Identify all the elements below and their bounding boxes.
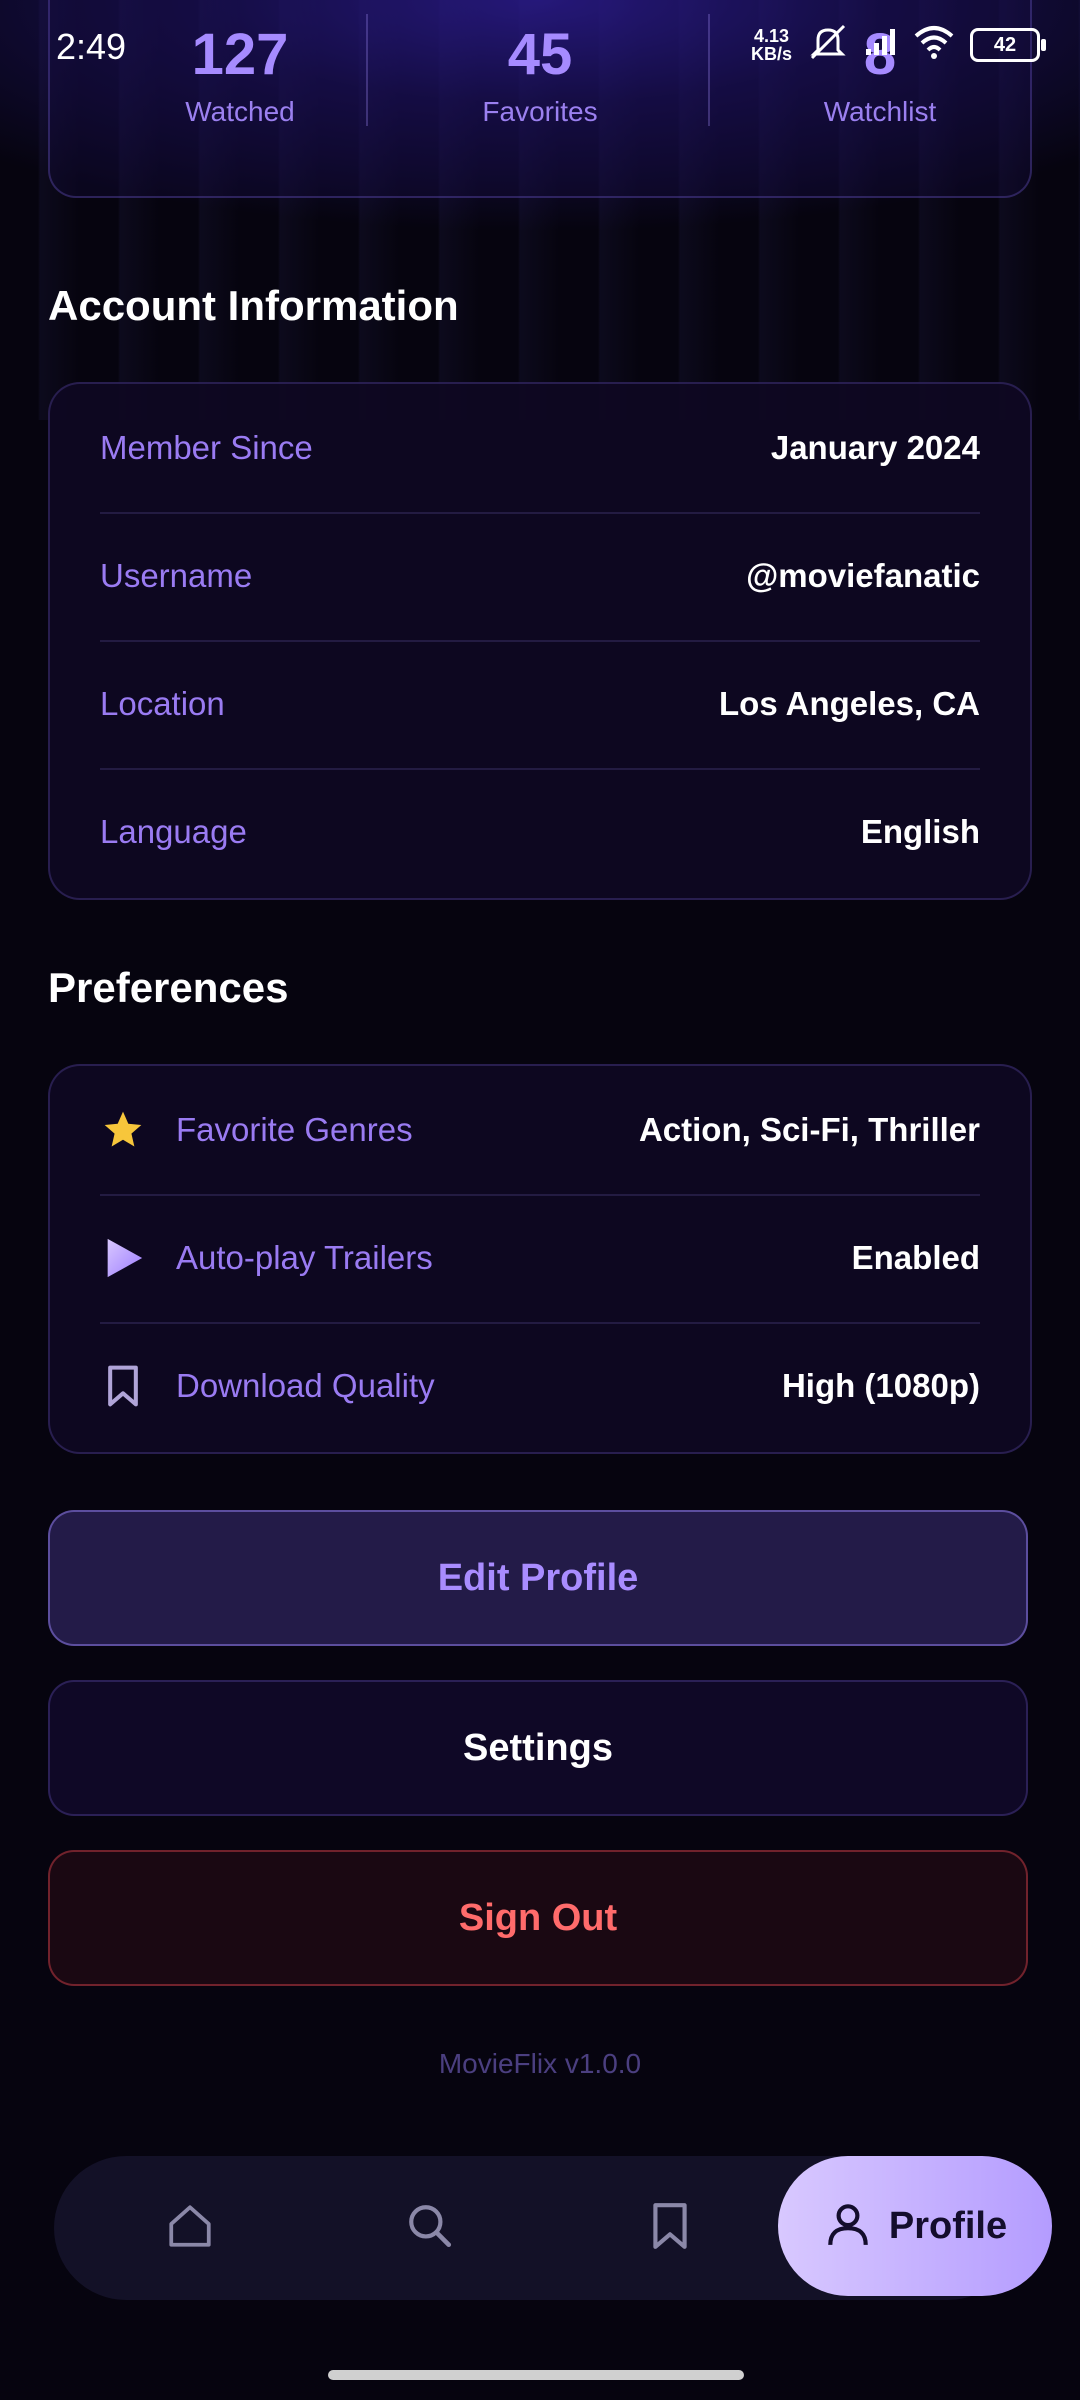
preference-row-favorite-genres[interactable]: Favorite Genres Action, Sci-Fi, Thriller: [100, 1066, 980, 1194]
edit-profile-button[interactable]: Edit Profile: [48, 1510, 1028, 1646]
row-value: Action, Sci-Fi, Thriller: [638, 1111, 980, 1148]
home-icon: [165, 2201, 215, 2256]
account-card: Member Since January 2024 Username @movi…: [48, 382, 1032, 900]
status-bar: 2:49 4.13 KB/s 42: [0, 0, 1080, 100]
account-row-language: Language English: [100, 768, 980, 896]
account-section-title: Account Information: [48, 282, 459, 329]
row-value: English: [860, 813, 980, 850]
row-label: Download Quality: [176, 1367, 435, 1404]
nav-home[interactable]: [154, 2192, 226, 2264]
app-version: MovieFlix v1.0.0: [438, 2048, 642, 2079]
row-label-wrap: Auto-play Trailers: [100, 1235, 433, 1281]
search-icon: [405, 2201, 455, 2256]
account-row-location: Location Los Angeles, CA: [100, 640, 980, 768]
network-speed-unit: KB/s: [750, 43, 792, 64]
nav-watchlist[interactable]: [634, 2192, 706, 2264]
status-time: 2:49: [56, 26, 127, 67]
row-value: Los Angeles, CA: [719, 685, 980, 722]
nav-profile[interactable]: Profile: [778, 2156, 1052, 2296]
settings-button[interactable]: Settings: [48, 1680, 1028, 1816]
preference-row-download-quality[interactable]: Download Quality High (1080p): [100, 1322, 980, 1450]
row-label: Username: [100, 557, 253, 594]
preference-row-autoplay-trailers[interactable]: Auto-play Trailers Enabled: [100, 1194, 980, 1322]
signal-icon: [864, 27, 898, 62]
wifi-icon: [912, 24, 956, 65]
play-icon: [100, 1235, 146, 1281]
bookmark-icon: [100, 1363, 146, 1409]
nav-search[interactable]: [394, 2192, 466, 2264]
preferences-section-title: Preferences: [48, 964, 289, 1011]
network-speed-value: 4.13: [753, 25, 790, 46]
stat-label: Favorites: [482, 96, 598, 127]
battery-icon: 42: [970, 27, 1046, 62]
silent-icon: [806, 22, 850, 67]
row-label: Member Since: [100, 429, 313, 466]
stat-label: Watched: [185, 96, 295, 127]
row-label-wrap: Favorite Genres: [100, 1107, 413, 1153]
row-label: Favorite Genres: [176, 1111, 413, 1148]
star-icon: [100, 1107, 146, 1153]
profile-icon: [823, 2199, 873, 2254]
row-value: January 2024: [770, 429, 980, 466]
preferences-card: Favorite Genres Action, Sci-Fi, Thriller…: [48, 1064, 1032, 1454]
stat-label: Watchlist: [823, 96, 937, 127]
row-label: Auto-play Trailers: [176, 1239, 433, 1276]
row-value: @moviefanatic: [746, 557, 980, 594]
home-indicator[interactable]: [328, 2370, 744, 2380]
network-speed: 4.13 KB/s: [751, 27, 792, 63]
row-label: Location: [100, 685, 225, 722]
account-row-member-since: Member Since January 2024: [100, 384, 980, 512]
row-label: Language: [100, 813, 247, 850]
bottom-navigation: Profile: [54, 2156, 1052, 2300]
row-label-wrap: Download Quality: [100, 1363, 435, 1409]
sign-out-button[interactable]: Sign Out: [48, 1850, 1028, 1986]
bookmark-icon: [647, 2201, 693, 2256]
account-row-username: Username @moviefanatic: [100, 512, 980, 640]
row-value: High (1080p): [781, 1367, 980, 1404]
status-icons: 4.13 KB/s 42: [751, 22, 1046, 67]
row-value: Enabled: [851, 1239, 980, 1276]
nav-profile-label: Profile: [888, 2204, 1008, 2247]
